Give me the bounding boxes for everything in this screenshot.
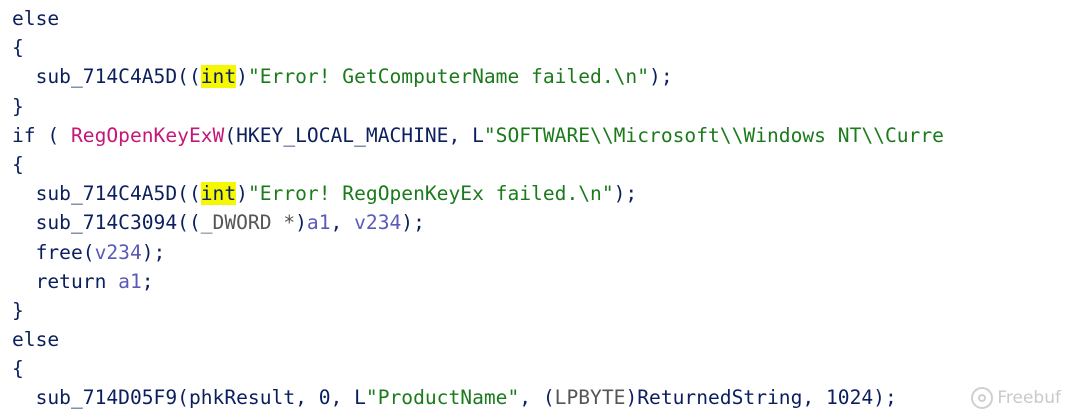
code-line: sub_714C3094((_DWORD *)a1, v234); bbox=[12, 208, 944, 237]
decompiled-code-view: else{ sub_714C4A5D((int)"Error! GetCompu… bbox=[12, 4, 944, 413]
code-token: v234 bbox=[354, 211, 402, 235]
code-token: a1 bbox=[118, 269, 142, 293]
code-token: if ( bbox=[12, 123, 71, 147]
code-token: else bbox=[12, 328, 60, 352]
code-token: (HKEY_LOCAL_MACHINE, L bbox=[224, 123, 484, 147]
code-token: else bbox=[12, 7, 60, 30]
code-token: "Error! RegOpenKeyEx failed.\n" bbox=[247, 182, 614, 206]
code-line: sub_714C4A5D((int)"Error! RegOpenKeyEx f… bbox=[12, 179, 944, 208]
code-token: ; bbox=[141, 269, 154, 293]
code-token: { bbox=[12, 36, 24, 60]
freebuf-logo-icon bbox=[971, 387, 994, 409]
code-line: sub_714D05F9(phkResult, 0, L"ProductName… bbox=[12, 383, 944, 412]
code-line: else bbox=[12, 325, 944, 354]
code-token: a1 bbox=[306, 211, 331, 235]
code-token: free( bbox=[35, 240, 95, 264]
code-line: if ( RegOpenKeyExW(HKEY_LOCAL_MACHINE, L… bbox=[12, 121, 944, 150]
code-token: sub_714D05F9(phkResult, 0, L bbox=[35, 386, 366, 410]
code-token: ); bbox=[401, 211, 425, 235]
code-token: )ReturnedString, 1024); bbox=[625, 386, 897, 410]
code-token: LPBYTE bbox=[554, 386, 626, 410]
code-line: sub_714C4A5D((int)"Error! GetComputerNam… bbox=[12, 62, 944, 91]
code-token: return bbox=[35, 269, 119, 293]
code-token: _DWORD * bbox=[200, 211, 296, 235]
code-line: { bbox=[12, 33, 944, 62]
code-token: sub_714C4A5D(( bbox=[35, 182, 201, 206]
code-token: ) bbox=[236, 182, 248, 206]
code-line: { bbox=[12, 354, 944, 383]
code-token: , ( bbox=[519, 386, 555, 410]
code-token: sub_714C3094(( bbox=[35, 211, 201, 235]
code-token: , bbox=[330, 211, 355, 235]
code-token: } bbox=[12, 94, 24, 118]
code-token: ); bbox=[141, 240, 166, 264]
code-token: int bbox=[200, 182, 237, 206]
code-token: ); bbox=[649, 65, 673, 89]
code-token: ) bbox=[295, 211, 307, 235]
code-line: { bbox=[12, 150, 944, 179]
code-line: } bbox=[12, 296, 944, 325]
code-line: } bbox=[12, 92, 944, 121]
code-line: free(v234); bbox=[12, 238, 944, 267]
code-token: sub_714C4A5D(( bbox=[35, 65, 201, 89]
code-token: { bbox=[12, 152, 24, 176]
watermark: Freebuf bbox=[971, 387, 1061, 409]
code-token: int bbox=[200, 65, 237, 89]
code-token: ) bbox=[236, 65, 248, 89]
code-token: { bbox=[12, 357, 24, 381]
code-line: return a1; bbox=[12, 267, 944, 296]
code-token: "ProductName" bbox=[365, 386, 520, 410]
code-token: } bbox=[12, 298, 24, 322]
code-line: else bbox=[12, 4, 944, 33]
code-token: ); bbox=[613, 182, 638, 206]
code-token: v234 bbox=[94, 240, 142, 264]
code-token: "SOFTWARE\\Microsoft\\Windows NT\\Curre bbox=[483, 123, 944, 147]
watermark-text: Freebuf bbox=[997, 388, 1061, 408]
code-token: "Error! GetComputerName failed.\n" bbox=[247, 65, 650, 89]
code-token: RegOpenKeyExW bbox=[70, 123, 225, 147]
